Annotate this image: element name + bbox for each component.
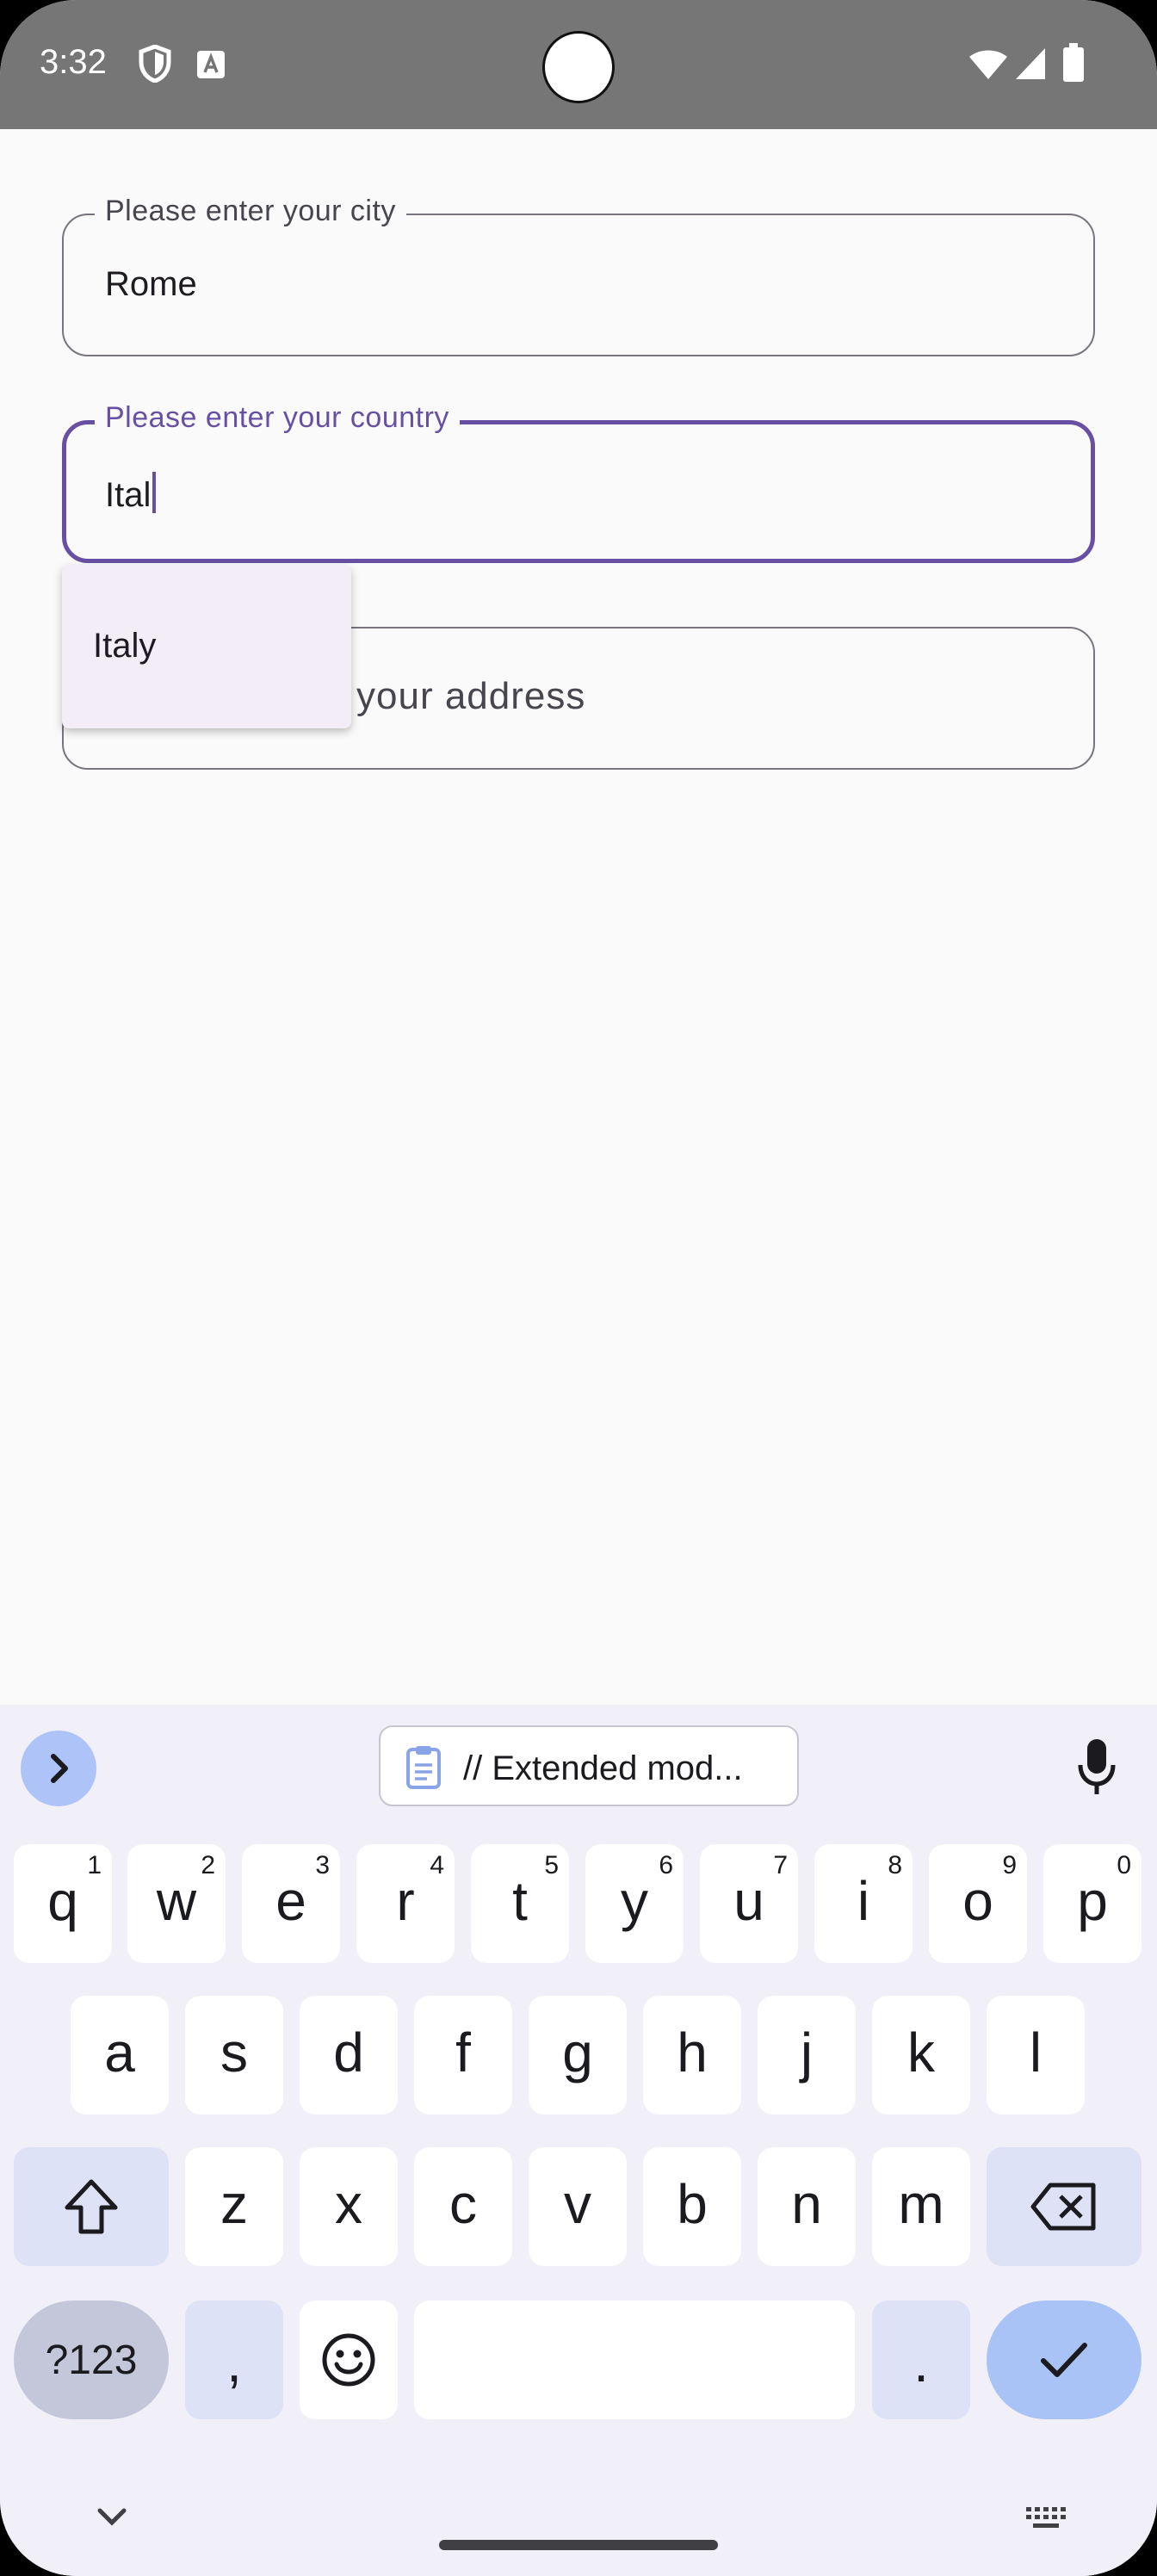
key-w[interactable]: w2	[127, 1844, 226, 1963]
emoji-icon	[322, 2333, 375, 2387]
front-camera	[542, 31, 615, 103]
screen: 3:32 Please enter your city Rome Please …	[0, 0, 1157, 2576]
key-a[interactable]: a	[71, 1996, 169, 2115]
clipboard-suggestion-text: // Extended mod...	[463, 1749, 743, 1787]
clipboard-icon	[406, 1746, 441, 1789]
gesture-navigation-bar[interactable]	[439, 2540, 718, 2550]
key-q[interactable]: q1	[14, 1844, 112, 1963]
country-field-label: Please enter your country	[95, 401, 460, 435]
key-f[interactable]: f	[414, 1996, 512, 2115]
chevron-right-icon	[51, 1754, 68, 1783]
clipboard-suggestion-chip[interactable]: // Extended mod...	[379, 1725, 799, 1806]
status-time: 3:32	[40, 43, 107, 81]
key-v[interactable]: v	[529, 2147, 627, 2266]
key-s[interactable]: s	[185, 1996, 283, 2115]
country-field-value: Ital	[105, 472, 157, 515]
key-p[interactable]: p0	[1043, 1844, 1142, 1963]
autocomplete-dropdown: Italy	[62, 565, 351, 728]
key-i[interactable]: i8	[814, 1844, 913, 1963]
autocomplete-item-italy[interactable]: Italy	[93, 627, 156, 666]
text-cursor	[152, 472, 157, 513]
shield-icon	[139, 45, 171, 83]
key-e[interactable]: e3	[242, 1844, 340, 1963]
address-field-placeholder: your address	[356, 675, 586, 717]
period-key[interactable]: .	[872, 2300, 970, 2419]
battery-icon	[1063, 43, 1084, 82]
country-field[interactable]: Please enter your country Ital	[62, 401, 1095, 563]
space-key[interactable]	[414, 2300, 855, 2419]
status-bar: 3:32	[0, 0, 1157, 129]
key-o[interactable]: o9	[929, 1844, 1027, 1963]
city-field-label: Please enter your city	[95, 195, 406, 228]
key-h[interactable]: h	[643, 1996, 741, 2115]
key-m[interactable]: m	[872, 2147, 970, 2266]
key-u[interactable]: u7	[700, 1844, 798, 1963]
font-app-icon	[197, 51, 225, 78]
key-b[interactable]: b	[643, 2147, 741, 2266]
shift-icon	[65, 2179, 118, 2234]
city-field[interactable]: Please enter your city Rome	[62, 195, 1095, 356]
cellular-signal-icon	[1016, 48, 1045, 79]
key-g[interactable]: g	[529, 1996, 627, 2115]
key-l[interactable]: l	[987, 1996, 1085, 2115]
key-x[interactable]: x	[300, 2147, 398, 2266]
key-y[interactable]: y6	[585, 1844, 684, 1963]
microphone-icon[interactable]	[1076, 1737, 1117, 1798]
key-n[interactable]: n	[758, 2147, 856, 2266]
keyboard-expand-button[interactable]	[21, 1731, 96, 1806]
keyboard-switch-icon[interactable]	[1024, 2505, 1071, 2531]
backspace-key[interactable]	[987, 2147, 1142, 2266]
shift-key[interactable]	[14, 2147, 169, 2266]
chevron-down-icon[interactable]	[95, 2505, 129, 2528]
country-field-text: Ital	[105, 476, 152, 514]
key-t[interactable]: t5	[471, 1844, 569, 1963]
emoji-key[interactable]	[300, 2300, 398, 2419]
key-d[interactable]: d	[300, 1996, 398, 2115]
key-c[interactable]: c	[414, 2147, 512, 2266]
key-j[interactable]: j	[758, 1996, 856, 2115]
wifi-icon	[969, 50, 1007, 79]
symbols-key[interactable]: ?123	[14, 2300, 169, 2419]
backspace-icon	[1030, 2183, 1096, 2231]
done-key[interactable]	[987, 2300, 1142, 2419]
key-z[interactable]: z	[185, 2147, 283, 2266]
key-k[interactable]: k	[872, 1996, 970, 2115]
comma-key[interactable]: ,	[185, 2300, 283, 2419]
checkmark-icon	[1041, 2343, 1087, 2377]
key-r[interactable]: r4	[356, 1844, 455, 1963]
soft-keyboard: // Extended mod...	[0, 1705, 1157, 2576]
city-field-value: Rome	[105, 265, 197, 303]
